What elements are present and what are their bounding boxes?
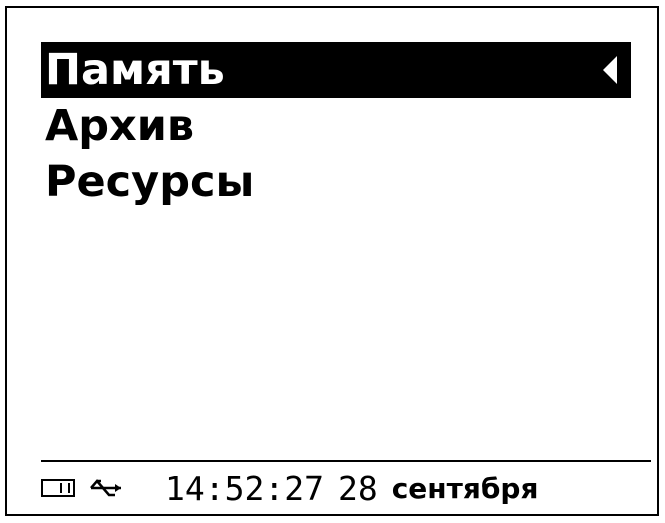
menu-item-label: Ресурсы — [45, 157, 255, 207]
menu-item-label: Архив — [45, 101, 195, 151]
clock-time: 14:52:27 — [165, 468, 324, 508]
device-screen: Память Архив Ресурсы 14:52:27 28 сентябр… — [5, 6, 659, 516]
sd-card-icon — [41, 479, 75, 497]
date-month: сентября — [391, 471, 539, 505]
menu-item-archive[interactable]: Архив — [41, 98, 631, 154]
status-bar: 14:52:27 28 сентября — [41, 466, 651, 510]
main-menu: Память Архив Ресурсы — [41, 42, 631, 210]
usb-icon — [90, 479, 121, 497]
date-day: 28 — [337, 468, 378, 508]
menu-item-resources[interactable]: Ресурсы — [41, 154, 631, 210]
status-divider — [41, 460, 651, 462]
menu-item-label: Память — [45, 45, 225, 95]
selection-arrow-icon — [603, 56, 617, 84]
menu-item-memory[interactable]: Память — [41, 42, 631, 98]
